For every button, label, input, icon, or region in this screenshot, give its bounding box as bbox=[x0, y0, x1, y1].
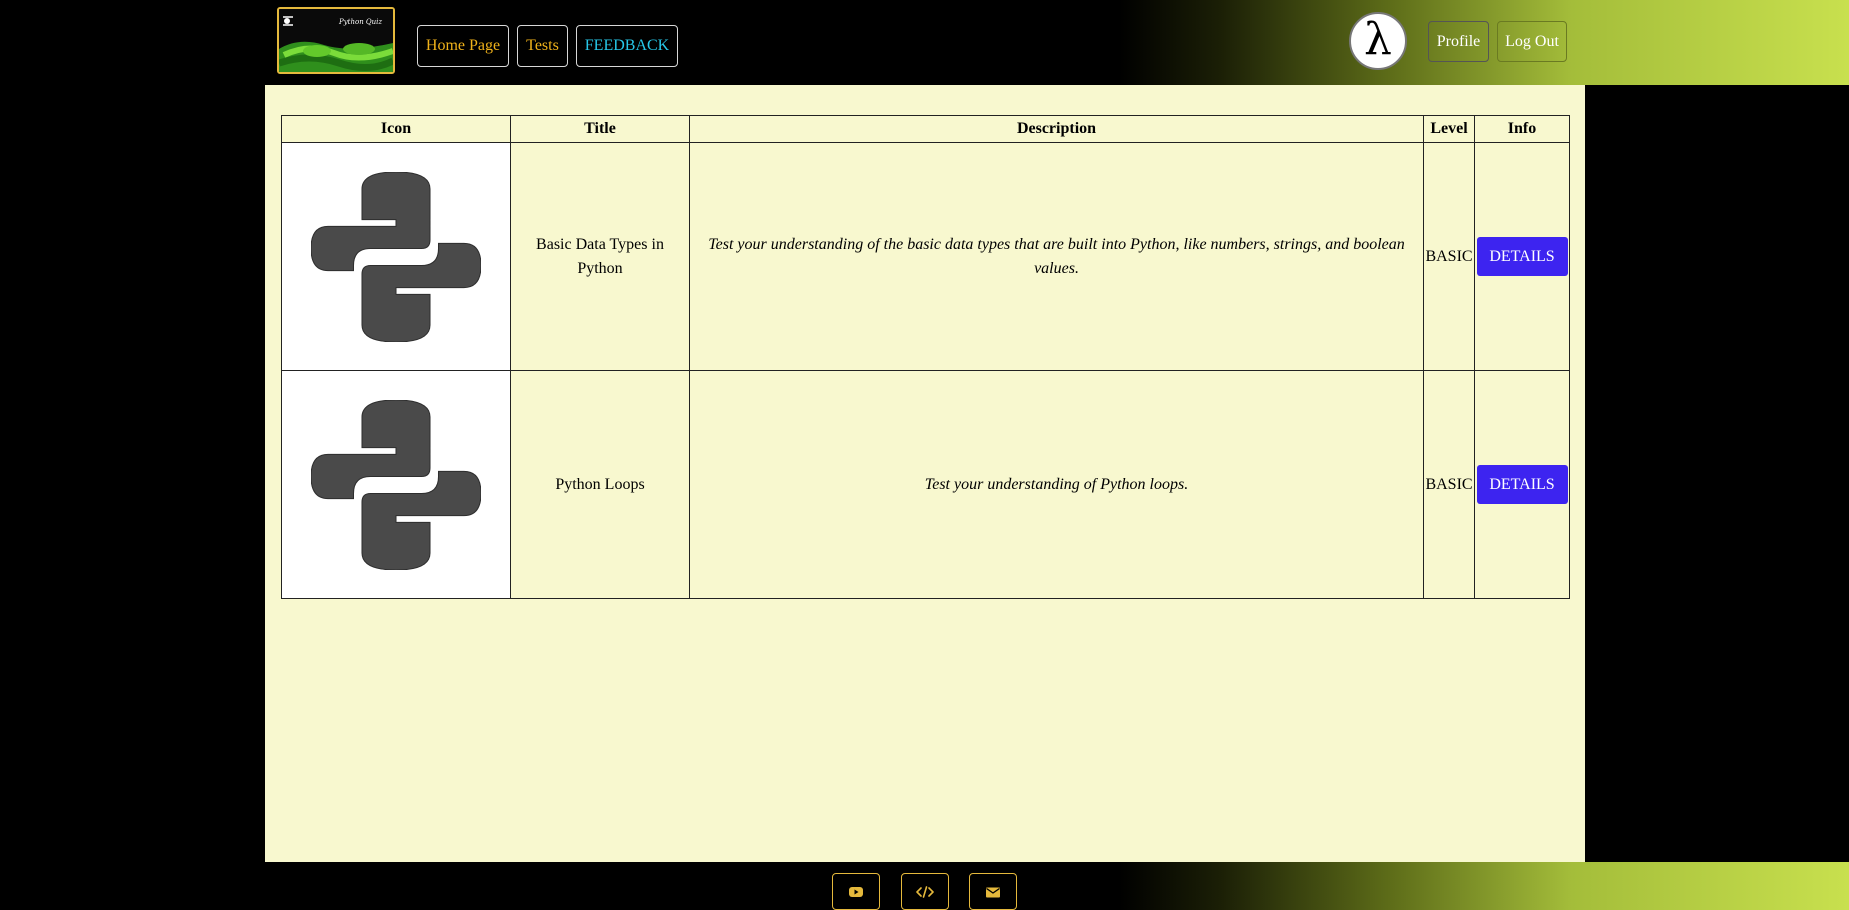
code-button[interactable] bbox=[901, 873, 949, 910]
icon-cell bbox=[281, 370, 511, 599]
icon-cell bbox=[281, 142, 511, 371]
email-button[interactable] bbox=[969, 873, 1017, 910]
main-content: Icon Title Description Level Info Basic … bbox=[265, 85, 1585, 862]
profile-button[interactable]: Profile bbox=[1428, 21, 1489, 62]
info-cell: DETAILS bbox=[1474, 142, 1570, 371]
nav-home-page[interactable]: Home Page bbox=[417, 25, 509, 67]
column-header-info: Info bbox=[1474, 115, 1570, 143]
test-description: Test your understanding of Python loops. bbox=[689, 370, 1424, 599]
header: Python Quiz Home Page Tests FEEDBACK λ P… bbox=[0, 0, 1849, 85]
logo-text: Python Quiz bbox=[338, 18, 382, 26]
column-header-level: Level bbox=[1423, 115, 1475, 143]
site-logo[interactable]: Python Quiz bbox=[277, 7, 395, 74]
table-header-row: Icon Title Description Level Info bbox=[281, 115, 1570, 143]
python-logo-icon bbox=[311, 171, 481, 342]
user-avatar[interactable]: λ bbox=[1349, 12, 1407, 70]
nav-tests[interactable]: Tests bbox=[517, 25, 568, 67]
test-level: BASIC bbox=[1423, 370, 1475, 599]
test-description: Test your understanding of the basic dat… bbox=[689, 142, 1424, 371]
table-row: Basic Data Types in Python Test your und… bbox=[281, 142, 1570, 371]
tests-table: Icon Title Description Level Info Basic … bbox=[281, 115, 1570, 599]
column-header-icon: Icon bbox=[281, 115, 511, 143]
details-button[interactable]: DETAILS bbox=[1476, 465, 1568, 504]
details-button[interactable]: DETAILS bbox=[1476, 237, 1568, 276]
test-level: BASIC bbox=[1423, 142, 1475, 371]
lambda-avatar-icon: λ bbox=[1364, 14, 1392, 65]
table-row: Python Loops Test your understanding of … bbox=[281, 370, 1570, 599]
youtube-icon bbox=[849, 886, 863, 897]
column-header-description: Description bbox=[689, 115, 1424, 143]
info-cell: DETAILS bbox=[1474, 370, 1570, 599]
logo-image: Python Quiz bbox=[279, 9, 393, 72]
youtube-button[interactable] bbox=[832, 873, 880, 910]
test-title: Python Loops bbox=[510, 370, 690, 599]
python-logo-icon bbox=[311, 399, 481, 570]
code-icon bbox=[916, 885, 934, 898]
logout-button[interactable]: Log Out bbox=[1497, 21, 1567, 62]
column-header-title: Title bbox=[510, 115, 690, 143]
test-title: Basic Data Types in Python bbox=[510, 142, 690, 371]
nav-feedback[interactable]: FEEDBACK bbox=[576, 25, 678, 67]
footer bbox=[0, 862, 1849, 910]
envelope-icon bbox=[986, 887, 1000, 897]
